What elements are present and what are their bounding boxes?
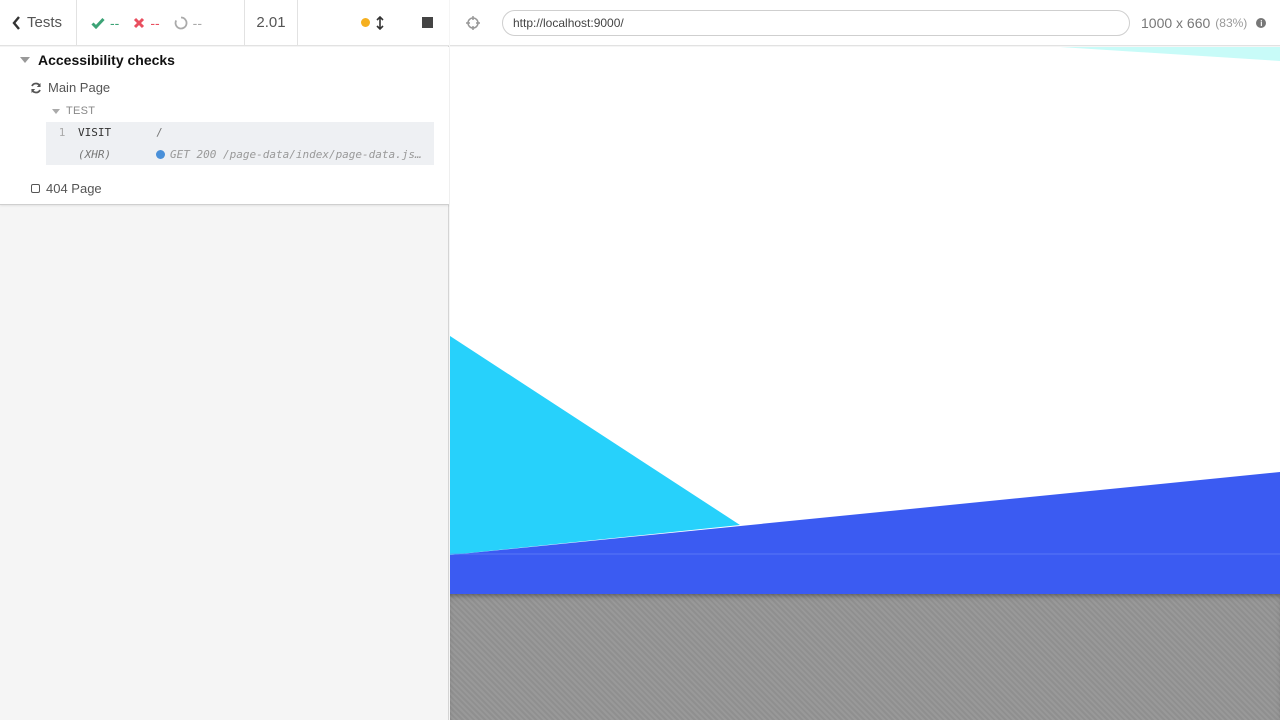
command-xhr[interactable]: (XHR) GET 200 /page-data/index/page-data… [46, 143, 434, 165]
back-label: Tests [27, 14, 63, 31]
suite-title: Accessibility checks [38, 52, 175, 68]
square-icon [31, 184, 40, 193]
url-display[interactable]: http://localhost:9000/ [502, 10, 1130, 36]
failed-count: -- [133, 14, 160, 31]
command-name: VISIT [78, 126, 112, 139]
info-circle-icon: i [1256, 18, 1267, 28]
command-message: / [156, 126, 163, 139]
reporter-header: Tests -- -- -- 2.01 [0, 0, 449, 46]
crosshairs-icon [466, 15, 480, 30]
test-section-header[interactable]: TEST [52, 105, 95, 117]
pending-count: -- [174, 15, 202, 31]
runnables-list: Accessibility checks Main Page TEST 1 VI… [0, 47, 449, 205]
failed-value: -- [150, 14, 160, 31]
aut-empty-area [450, 594, 1280, 720]
command-visit[interactable]: 1 VISIT / [46, 122, 434, 144]
viewport-info[interactable]: 1000 x 660 (83%) i [1141, 0, 1267, 46]
circle-notch-icon [174, 16, 188, 29]
check-icon [91, 17, 105, 29]
viewport-size: 1000 x 660 [1141, 15, 1211, 31]
selector-playground-button[interactable] [450, 0, 496, 46]
run-controls [298, 0, 449, 45]
stop-icon[interactable] [422, 17, 433, 28]
aut-header: http://localhost:9000/ 1000 x 660 (83%) … [450, 0, 1280, 46]
command-message: GET 200 /page-data/index/page-data.json [156, 148, 426, 161]
command-number: 1 [58, 126, 66, 139]
xhr-status-icon [156, 149, 165, 159]
x-icon [134, 17, 145, 28]
run-duration: 2.01 [245, 0, 298, 45]
stats-summary: -- -- -- [77, 0, 245, 45]
passed-value: -- [110, 14, 120, 31]
caret-down-icon [20, 57, 30, 63]
test-404-page[interactable]: 404 Page [31, 181, 102, 196]
pending-value: -- [192, 14, 202, 31]
auto-scroll-toggle[interactable] [361, 15, 384, 30]
suite-accessibility-checks[interactable]: Accessibility checks [20, 52, 175, 68]
chevron-left-icon [12, 15, 20, 30]
refresh-icon [31, 82, 41, 93]
arrows-v-icon [376, 15, 384, 30]
command-log-panel: Tests -- -- -- 2.01 Accessibility checks… [0, 0, 449, 720]
command-name: (XHR) [78, 147, 112, 161]
back-to-tests-button[interactable]: Tests [0, 0, 77, 45]
test-title: Main Page [48, 80, 111, 95]
page-background-graphic [450, 47, 1280, 594]
application-under-test-iframe[interactable] [450, 47, 1280, 594]
xhr-message-text: GET 200 /page-data/index/page-data.json [170, 147, 426, 161]
viewport-zoom: (83%) [1215, 16, 1248, 30]
test-title: 404 Page [46, 181, 102, 196]
section-label: TEST [66, 105, 96, 117]
caret-down-icon [52, 108, 60, 114]
running-indicator-icon [361, 18, 370, 27]
test-main-page[interactable]: Main Page [30, 80, 110, 95]
passed-count: -- [91, 15, 119, 31]
